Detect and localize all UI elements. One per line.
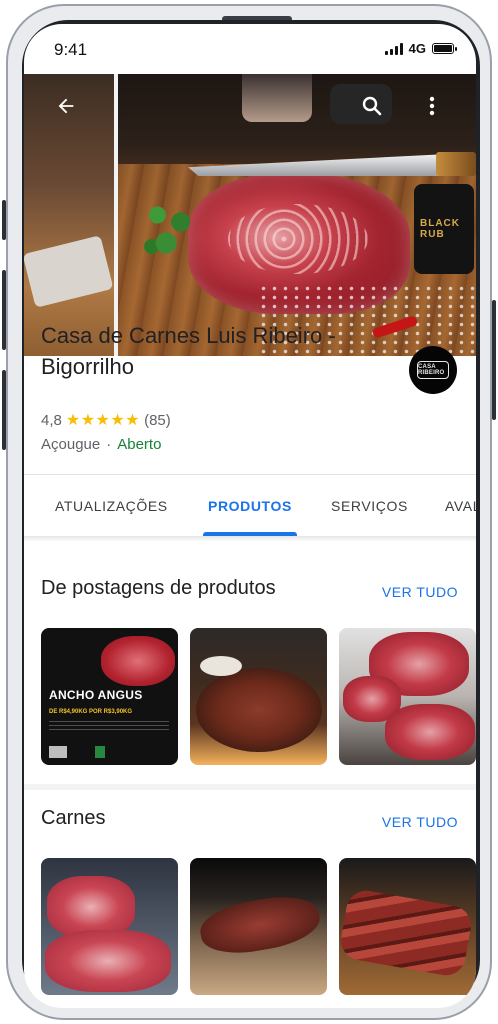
tab-bar: ATUALIZAÇÕES PRODUTOS SERVIÇOS AVALIAÇÕE…	[24, 476, 476, 536]
signal-icon	[384, 42, 403, 55]
parsley-image	[140, 194, 198, 264]
more-options-button[interactable]	[416, 90, 448, 122]
promo-price: DE R$4,90KG POR R$3,90KG	[49, 709, 133, 715]
business-category: Açougue	[41, 436, 101, 453]
volume-up-button	[2, 270, 6, 350]
business-meta: Açougue · Aberto	[41, 436, 161, 453]
status-bar: 9:41 4G	[24, 24, 476, 74]
screen: 9:41 4G BLACK RUB Casa de Carnes Luis Ri…	[24, 24, 476, 1008]
search-icon	[362, 96, 382, 116]
volume-down-button	[2, 370, 6, 450]
more-vert-icon	[429, 96, 435, 116]
product-thumb-ancho-angus[interactable]: ANCHO ANGUS DE R$4,90KG POR R$3,90KG	[41, 628, 178, 765]
product-thumb-grilled-platter[interactable]	[190, 628, 327, 765]
black-rub-jar: BLACK RUB	[414, 184, 474, 274]
battery-icon	[432, 43, 457, 54]
mute-switch	[2, 200, 6, 240]
back-button[interactable]	[50, 90, 82, 122]
spice-jar-image	[242, 74, 312, 122]
hero-photo-gallery[interactable]: BLACK RUB	[24, 74, 476, 356]
divider	[24, 474, 476, 475]
business-logo[interactable]: CASA RIBEIRO	[409, 346, 457, 394]
tab-reviews[interactable]: AVALIAÇÕES	[445, 498, 476, 514]
search-button[interactable]	[356, 90, 388, 122]
see-all-product-posts-button[interactable]: VER TUDO	[382, 584, 458, 600]
arrow-back-icon	[58, 98, 74, 114]
tab-services[interactable]: SERVIÇOS	[331, 498, 408, 514]
star-rating-icon: ★★★★★	[65, 412, 141, 429]
tab-products[interactable]: PRODUTOS	[208, 498, 292, 514]
section-divider	[24, 784, 476, 790]
status-icons: 4G	[384, 41, 457, 56]
product-thumb-raw-steaks[interactable]	[339, 628, 476, 765]
see-all-meats-button[interactable]: VER TUDO	[382, 814, 458, 830]
cleaver-image	[24, 235, 114, 308]
rating-row[interactable]: 4,8 ★★★★★ (85)	[41, 410, 171, 430]
section-title-product-posts: De postagens de produtos	[41, 577, 276, 599]
meat-thumb-cuts[interactable]	[41, 858, 178, 995]
logo-text: CASA RIBEIRO	[418, 364, 445, 376]
status-time: 9:41	[54, 40, 88, 59]
business-name: Casa de Carnes Luis Ribeiro - Bigorrilho	[41, 323, 336, 379]
promo-title: ANCHO ANGUS	[49, 688, 143, 702]
open-status: Aberto	[117, 436, 162, 453]
tab-updates[interactable]: ATUALIZAÇÕES	[55, 498, 168, 514]
power-button	[492, 300, 496, 420]
network-type: 4G	[408, 41, 426, 56]
meat-thumb-grilled[interactable]	[190, 858, 327, 995]
review-count: (85)	[144, 411, 171, 429]
meat-thumb-sliced[interactable]	[339, 858, 476, 995]
section-title-meats: Carnes	[41, 807, 106, 829]
meta-separator: ·	[106, 436, 112, 453]
rating-value: 4,8	[41, 411, 62, 429]
